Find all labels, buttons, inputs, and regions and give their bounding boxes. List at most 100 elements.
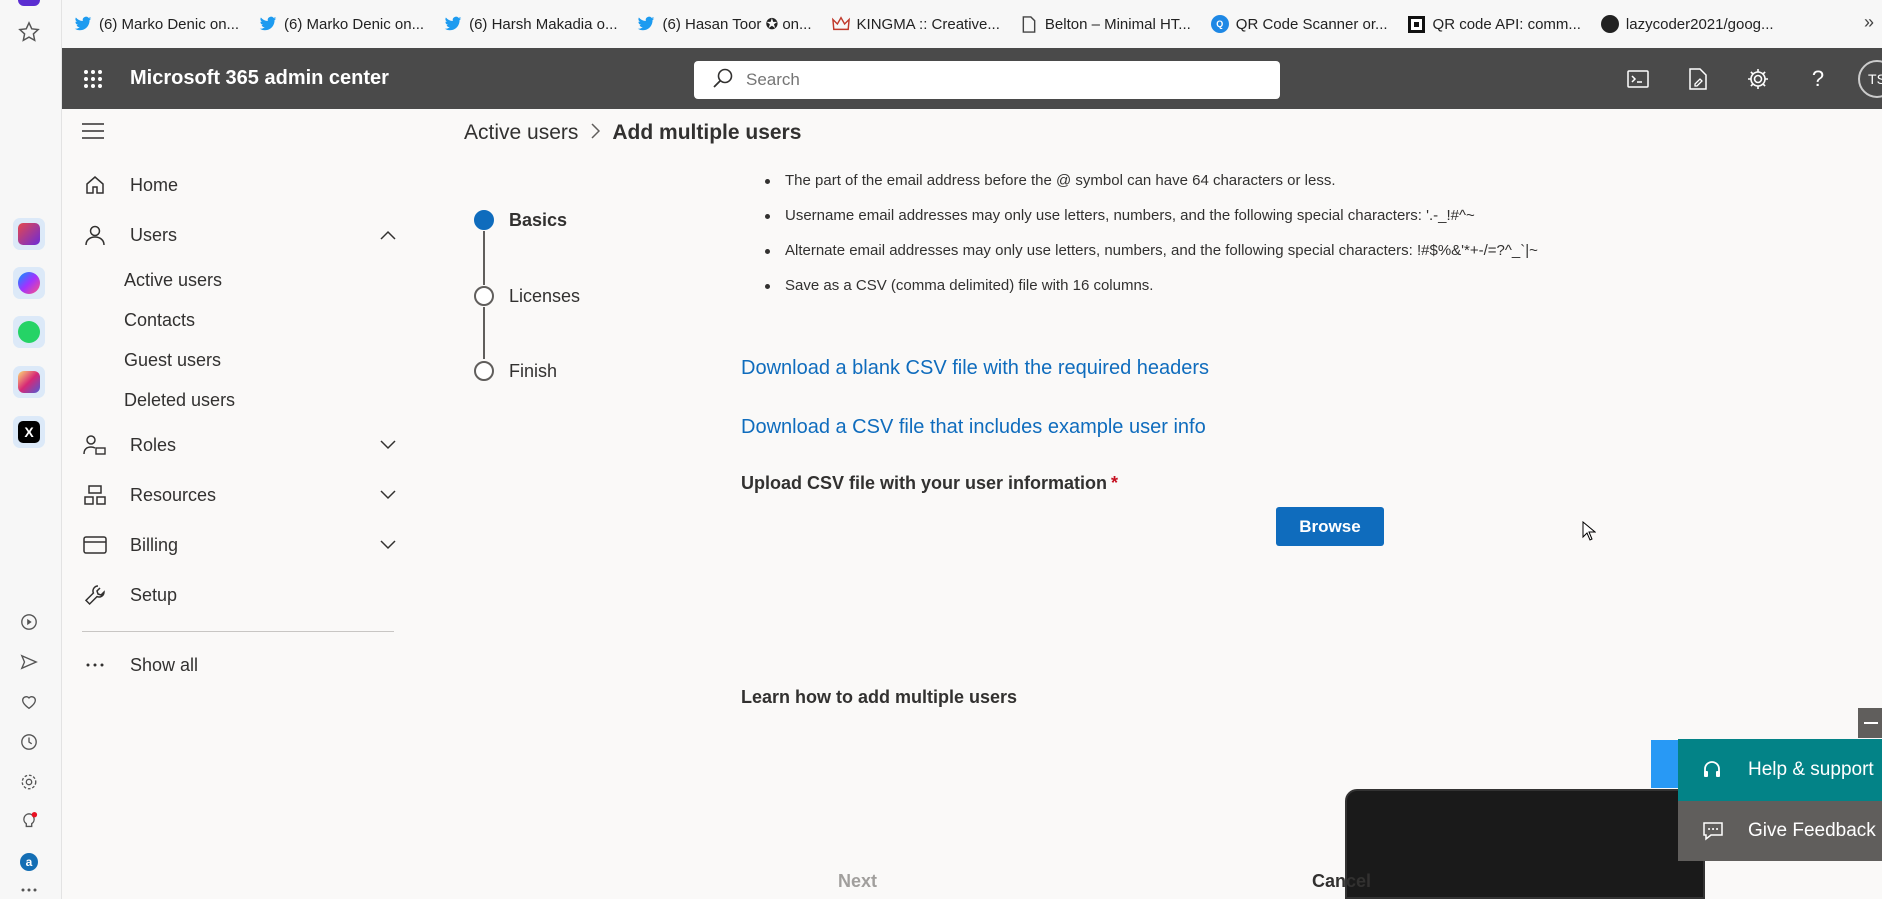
page-title: Add multiple users [612,121,802,144]
settings-gear-icon[interactable] [18,771,40,793]
bookmark-label: lazycoder2021/goog... [1625,15,1774,33]
next-button[interactable]: Next [838,871,877,892]
browse-button[interactable]: Browse [1276,507,1384,546]
headset-icon [1702,760,1732,780]
nav-item-setup[interactable]: Setup [82,573,398,617]
nav-item-home[interactable]: Home [82,163,398,207]
browser-profile-tab[interactable] [18,0,40,6]
nav-label: Home [130,174,179,195]
step-indicator-finish [474,361,494,381]
app-header: Microsoft 365 admin center ? TS [62,48,1882,109]
give-feedback-label: Give Feedback [1748,820,1876,841]
qr-api-icon [1408,15,1426,33]
nav-label: Users [130,224,178,245]
nav-item-billing[interactable]: Billing [82,523,398,567]
search-icon [712,67,734,94]
download-blank-csv-link[interactable]: Download a blank CSV file with the requi… [741,357,1209,380]
app-title[interactable]: Microsoft 365 admin center [130,67,389,90]
step-indicator-basics [474,210,494,230]
amazon-icon[interactable]: a [18,851,40,873]
step-connector [483,307,485,359]
cancel-button[interactable]: Cancel [1312,871,1371,892]
twitter-icon [259,15,277,33]
breadcrumb-active-users-link[interactable]: Active users [464,121,578,145]
help-question-icon[interactable]: ? [1804,65,1832,93]
github-icon [1600,15,1619,33]
twitter-icon [637,15,655,33]
settings-gear-icon[interactable] [1744,65,1772,93]
upload-csv-label: Upload CSV file with your user informati… [741,473,1118,494]
learn-how-link[interactable]: Learn how to add multiple users [741,687,1017,708]
step-label-finish[interactable]: Finish [509,361,557,382]
search-input[interactable] [746,70,1246,90]
step-indicator-licenses [474,286,494,306]
nav-item-show-all[interactable]: Show all [82,643,398,687]
chevron-down-icon[interactable] [378,485,398,505]
feedback-chat-icon [1702,821,1732,841]
nav-collapse-hamburger-icon[interactable] [82,123,104,144]
browser-sidebar: X a [0,0,62,899]
nav-item-users[interactable]: Users [82,213,398,257]
list-item: Username email addresses may only use le… [765,206,1785,241]
video-thumbnail[interactable] [1345,789,1705,899]
document-edit-icon[interactable] [1684,65,1712,93]
bookmarks-overflow-icon[interactable]: » [1864,12,1874,33]
nav-divider [82,631,394,632]
help-feedback-panel: Help & support Give Feedback [1678,739,1882,861]
bookmark-item[interactable]: QR code API: comm... [1408,15,1581,33]
nav-label: Show all [130,654,199,675]
app-shortcut-icon[interactable] [13,218,45,250]
chevron-up-icon[interactable] [378,225,398,245]
wrench-icon [82,582,108,608]
play-icon[interactable] [18,611,40,633]
bookmark-item[interactable]: (6) Hasan Toor ✪ on... [637,15,812,33]
bookmarks-bar: (6) Marko Denic on... (6) Marko Denic on… [62,0,1882,48]
bookmark-item[interactable]: KINGMA :: Creative... [831,15,1000,33]
whatsapp-icon[interactable] [13,316,45,348]
messenger-icon[interactable] [13,267,45,299]
help-support-label: Help & support [1748,759,1874,780]
twitter-icon [444,15,462,33]
lightbulb-icon[interactable] [18,810,40,832]
search-box[interactable] [694,61,1280,99]
panel-minimize-button[interactable] [1858,708,1882,738]
give-feedback-button[interactable]: Give Feedback [1678,801,1882,861]
help-support-button[interactable]: Help & support [1678,739,1882,801]
step-label-basics[interactable]: Basics [509,210,567,231]
chevron-down-icon[interactable] [378,535,398,555]
nav-label: Resources [130,484,217,505]
roles-person-key-icon [82,432,108,458]
bookmark-item[interactable]: lazycoder2021/goog... [1600,15,1774,33]
bookmark-label: (6) Marko Denic on... [284,15,425,33]
history-clock-icon[interactable] [18,731,40,753]
heart-icon[interactable] [18,691,40,713]
credit-card-icon [82,532,108,558]
left-navigation: Home Users Active users Contacts Guest u… [62,109,414,899]
list-item: Alternate email addresses may only use l… [765,241,1785,276]
nav-subitem-contacts[interactable]: Contacts [124,301,195,339]
nav-item-roles[interactable]: Roles [82,423,398,467]
send-icon[interactable] [18,651,40,673]
nav-subitem-deleted-users[interactable]: Deleted users [124,381,235,419]
bookmark-item[interactable]: (6) Harsh Makadia o... [444,15,617,33]
bookmark-item[interactable]: (6) Marko Denic on... [74,15,239,33]
step-connector [483,231,485,285]
bookmark-item[interactable]: (6) Marko Denic on... [259,15,424,33]
x-twitter-icon[interactable]: X [13,416,45,448]
step-label-licenses[interactable]: Licenses [509,286,580,307]
terminal-icon[interactable] [1624,65,1652,93]
nav-subitem-guest-users[interactable]: Guest users [124,341,221,379]
download-example-csv-link[interactable]: Download a CSV file that includes exampl… [741,416,1206,439]
more-dots-icon[interactable] [18,884,40,896]
nav-item-resources[interactable]: Resources [82,473,398,517]
nav-subitem-active-users[interactable]: Active users [124,261,222,299]
upload-label-text: Upload CSV file with your user informati… [741,473,1108,493]
chevron-down-icon[interactable] [378,435,398,455]
bookmark-label: QR Code Scanner or... [1235,15,1388,33]
instagram-icon[interactable] [13,366,45,398]
bookmark-item[interactable]: Q QR Code Scanner or... [1210,15,1388,33]
avatar[interactable]: TS [1858,60,1882,98]
app-launcher-icon[interactable] [68,48,118,109]
favorites-star-icon[interactable] [13,16,45,48]
bookmark-item[interactable]: Belton – Minimal HT... [1020,15,1191,33]
